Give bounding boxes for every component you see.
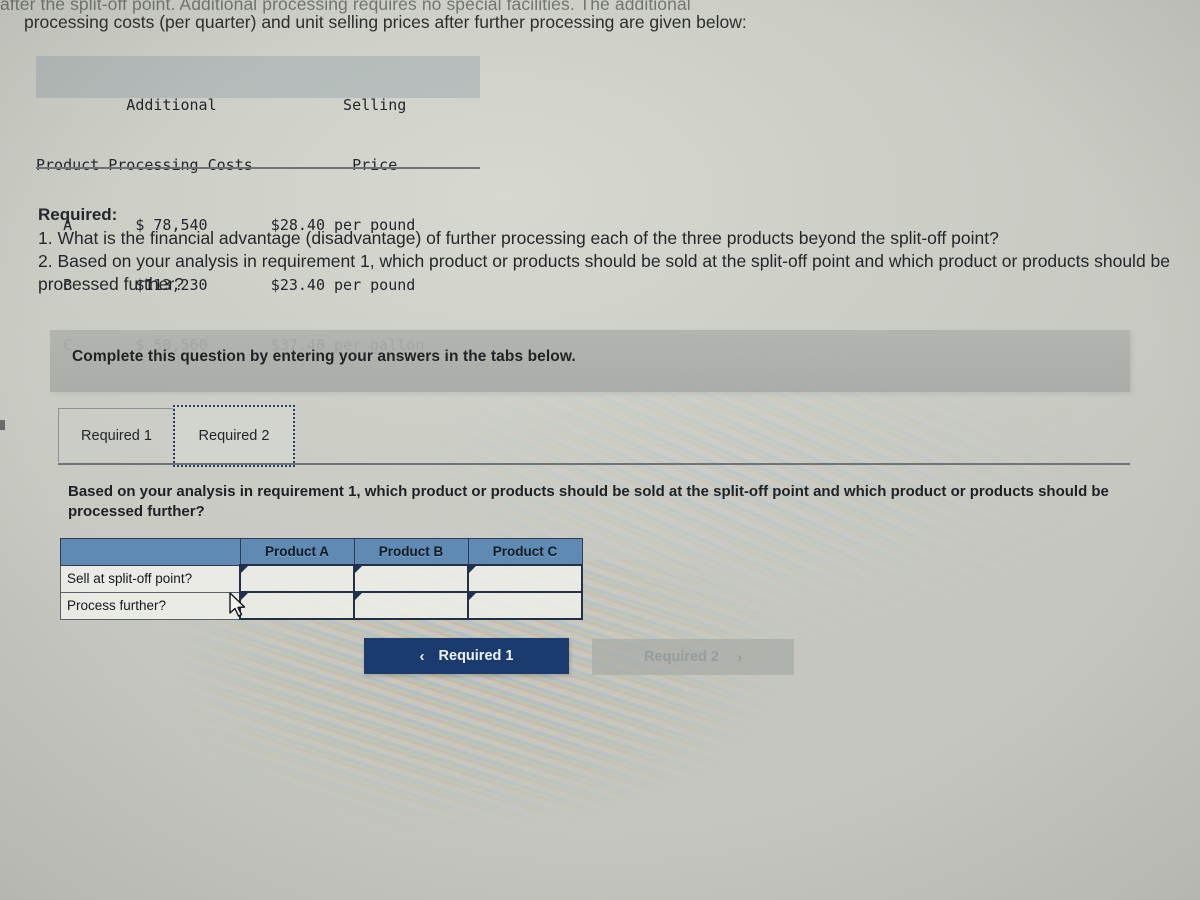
tab-required-2-label: Required 2 [198,428,270,444]
dropdown-sell-product-a[interactable] [239,564,355,593]
dropdown-marker-icon [355,566,362,573]
dropdown-marker-icon [355,593,362,600]
answer-table-corner-header [60,538,241,566]
data-table-bottom-rule [36,167,480,169]
chevron-left-icon: ‹ [419,647,425,665]
required-section: Required: 1. What is the financial advan… [38,205,1198,296]
row-label-process-further: Process further? [60,591,241,620]
intro-text: processing costs (per quarter) and unit … [24,12,747,32]
tab-required-2[interactable]: Required 2 [173,405,295,467]
dropdown-marker-icon [469,566,476,573]
dropdown-sell-product-c[interactable] [467,564,583,593]
data-table-header-line-1: Additional Selling [36,96,407,114]
required-item-2: 2. Based on your analysis in requirement… [38,251,1171,294]
column-header-product-b: Product B [353,538,469,566]
previous-required-label: Required 1 [438,648,514,664]
required-heading: Required: [38,205,118,224]
dropdown-marker-icon [241,566,248,573]
question-prompt: Based on your analysis in requirement 1,… [68,483,1109,520]
next-required-label: Required 2 [644,649,719,665]
next-required-button[interactable]: Required 2 › [592,639,794,675]
column-header-product-c: Product C [467,538,583,566]
answer-table: Product A Product B Product C Sell at sp… [60,538,583,620]
previous-required-button[interactable]: ‹ Required 1 [364,638,569,674]
chevron-right-icon: › [736,648,742,666]
required-item-1: 1. What is the financial advantage (disa… [38,228,999,248]
page-edge-artifact [0,420,5,430]
tab-strip: Required 1 Required 2 [58,405,1130,467]
table-row: Process further? [60,591,583,620]
row-label-sell-at-split-off: Sell at split-off point? [60,564,241,593]
dropdown-process-product-b[interactable] [353,591,469,620]
tab-required-1-label: Required 1 [81,427,152,444]
tab-strip-underline [58,463,1130,465]
answer-table-header-row: Product A Product B Product C [60,538,583,566]
tab-required-1[interactable]: Required 1 [58,408,175,462]
mouse-cursor-icon [229,592,246,617]
data-table-header-line-2: Product Processing Costs Price [36,156,398,174]
dropdown-process-product-c[interactable] [467,591,583,620]
column-header-product-a: Product A [239,538,355,566]
instruction-banner: Complete this question by entering your … [50,330,1130,392]
dropdown-sell-product-b[interactable] [353,564,469,593]
dropdown-process-product-a[interactable] [239,591,355,620]
dropdown-marker-icon [469,593,476,600]
instruction-banner-text: Complete this question by entering your … [72,348,576,365]
table-row: Sell at split-off point? [60,564,583,593]
